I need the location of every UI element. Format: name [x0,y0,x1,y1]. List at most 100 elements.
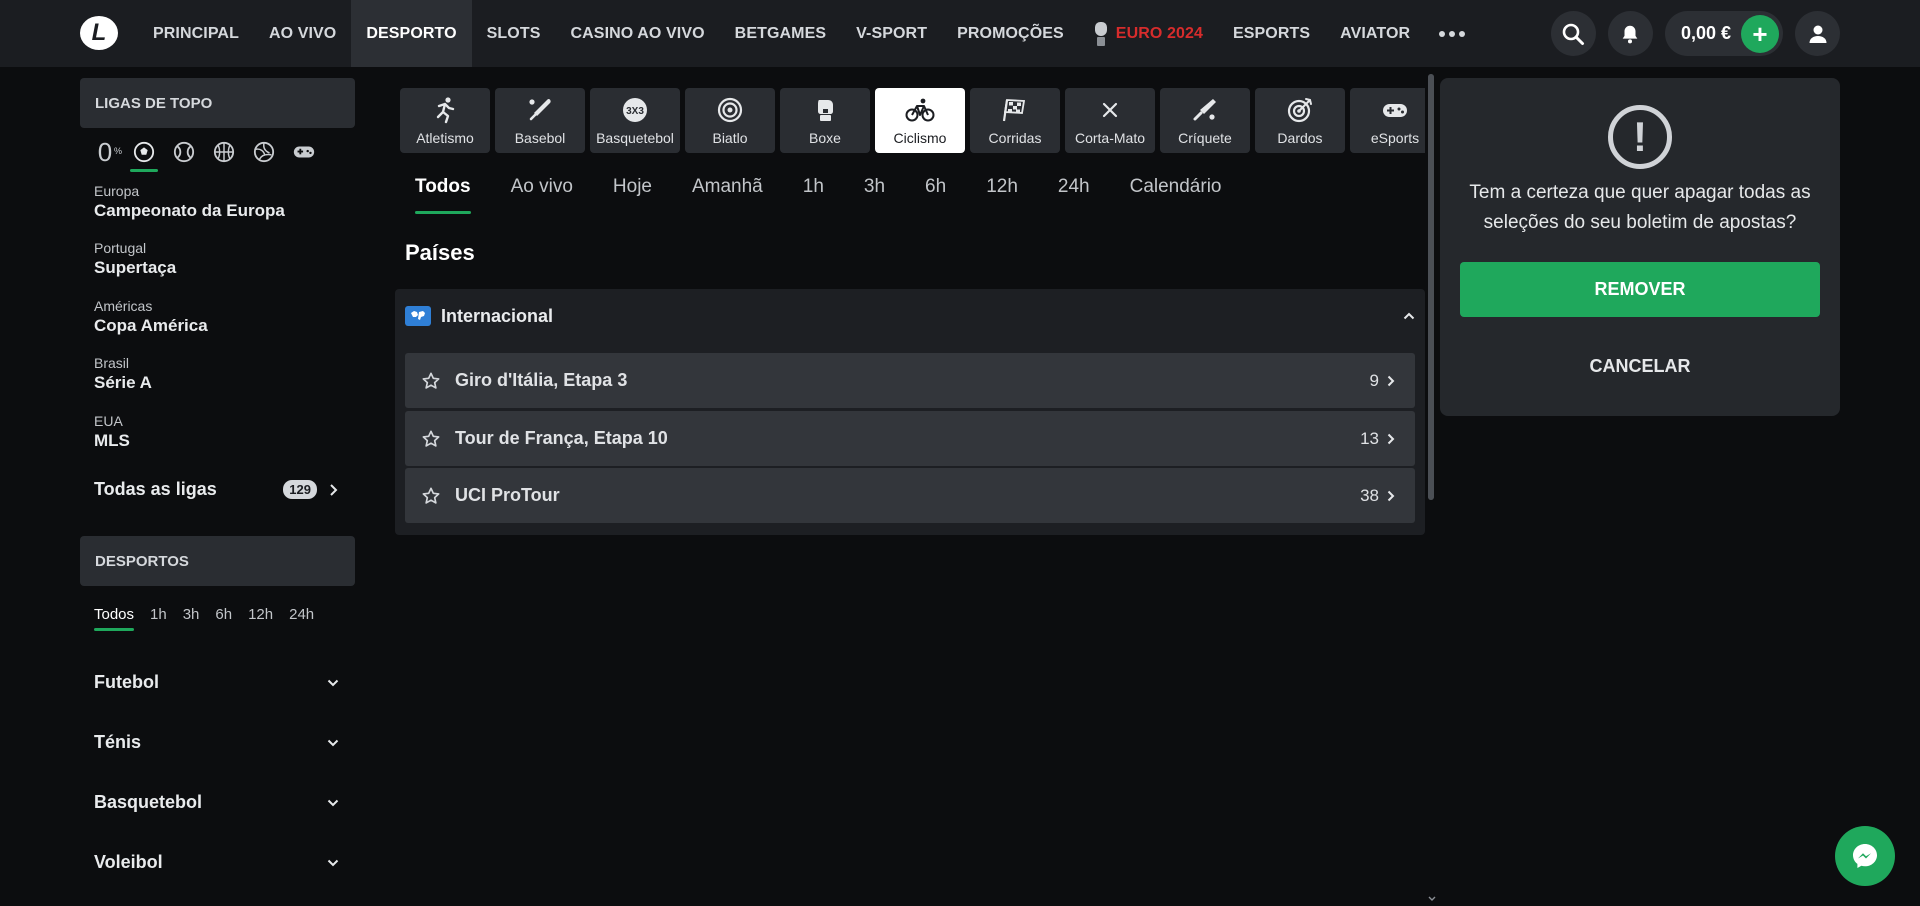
scroll-down-icon[interactable] [1428,895,1436,903]
bicycle-icon [905,98,935,121]
notifications-button[interactable] [1607,11,1653,56]
nav-ao-vivo[interactable]: AO VIVO [254,0,351,67]
sport-tile-label: Críquete [1178,129,1232,146]
nav-v-sport[interactable]: V-SPORT [841,0,942,67]
filter-tab-ao-vivo[interactable]: Ao vivo [511,176,573,210]
zero-margin-filter[interactable]: 0% [94,137,122,167]
remove-button[interactable]: REMOVER [1460,262,1820,317]
top-bar: L PRINCIPAL AO VIVO DESPORTO SLOTS CASIN… [0,0,1920,67]
competition-row[interactable]: UCI ProTour 38 [405,468,1415,523]
sport-tile-esports[interactable]: eSports [1350,88,1425,153]
star-icon[interactable] [421,371,441,391]
balance-widget[interactable]: 0,00 € + [1664,11,1783,56]
filter-tab-1h[interactable]: 1h [803,176,824,210]
league-item[interactable]: Portugal Supertaça [94,240,176,278]
tennis-filter[interactable] [172,140,196,164]
nav-principal[interactable]: PRINCIPAL [138,0,254,67]
basketball-icon [213,141,235,163]
league-name: Supertaça [94,258,177,277]
sport-tile-dardos[interactable]: Dardos [1255,88,1345,153]
gamepad-icon [1383,103,1407,117]
chevron-down-icon [327,679,339,686]
content-scrollbar[interactable] [1428,74,1434,500]
search-button[interactable] [1550,11,1596,56]
filter-tab-6h[interactable]: 6h [925,176,946,210]
chat-button[interactable] [1835,826,1895,886]
nav-betgames[interactable]: BETGAMES [720,0,841,67]
nav-casino-ao-vivo[interactable]: CASINO AO VIVO [556,0,720,67]
competition-event-count: 9 [1369,370,1379,390]
nav-euro-2024[interactable]: EURO 2024 [1079,0,1218,67]
sport-tile-atletismo[interactable]: Atletismo [400,88,490,153]
sport-tile-corta-mato[interactable]: Corta-Mato [1065,88,1155,153]
time-tab-12h[interactable]: 12h [248,606,273,629]
league-region: Portugal [94,240,147,256]
league-region: Brasil [94,355,130,371]
sport-tile-basquetebol[interactable]: 3X3 Basquetebol [590,88,680,153]
time-tab-1h[interactable]: 1h [150,606,167,629]
time-tab-6h[interactable]: 6h [215,606,232,629]
nav-aviator[interactable]: AVIATOR [1325,0,1425,67]
competition-row[interactable]: Giro d'Itália, Etapa 3 9 [405,353,1415,408]
chevron-right-icon [330,483,338,496]
filter-tab-24h[interactable]: 24h [1058,176,1090,210]
nav-slots[interactable]: SLOTS [472,0,556,67]
volleyball-filter[interactable] [252,140,276,164]
sport-item-futebol[interactable]: Futebol [94,672,339,693]
chevron-down-icon [327,739,339,746]
checkered-flag-icon [1002,98,1026,121]
sport-tile-label: Ciclismo [893,129,947,146]
filter-tab-hoje[interactable]: Hoje [613,176,652,210]
chevron-up-icon[interactable] [1403,312,1415,320]
sport-tile-ciclismo[interactable]: Ciclismo [875,88,965,153]
all-leagues-label: Todas as ligas [94,479,217,499]
scrollbar-thumb[interactable] [1428,74,1434,500]
trophy-icon [1094,21,1108,46]
league-item[interactable]: Brasil Série A [94,355,152,393]
competition-name: Tour de França, Etapa 10 [455,428,668,448]
sport-tile-boxe[interactable]: Boxe [780,88,870,153]
more-menu-icon[interactable] [1425,0,1479,67]
league-item[interactable]: EUA MLS [94,413,130,451]
account-button[interactable] [1795,11,1840,56]
basketball-filter[interactable] [212,140,236,164]
sport-tile-biatlo[interactable]: Biatlo [685,88,775,153]
nav-desporto[interactable]: DESPORTO [351,0,472,67]
time-tab-24h[interactable]: 24h [289,606,314,629]
filter-tab-amanha[interactable]: Amanhã [692,176,763,210]
sport-item-tenis[interactable]: Ténis [94,732,339,753]
sport-item-basquetebol[interactable]: Basquetebol [94,792,339,813]
filter-tab-calendario[interactable]: Calendário [1130,176,1222,210]
nav-esports[interactable]: ESPORTS [1218,0,1325,67]
sport-tile-criquete[interactable]: Críquete [1160,88,1250,153]
runner-icon [436,96,455,123]
all-leagues-link[interactable]: Todas as ligas 129 [94,479,339,500]
sport-tile-corridas[interactable]: Corridas [970,88,1060,153]
star-icon[interactable] [421,429,441,449]
cancel-button[interactable]: CANCELAR [1460,341,1820,391]
countries-title: Países [405,240,475,265]
time-tab-3h[interactable]: 3h [183,606,200,629]
sport-tile-label: eSports [1370,129,1420,146]
sport-tile-label: Corta-Mato [1074,129,1146,146]
country-header[interactable]: Internacional [405,289,1415,343]
league-name: Campeonato da Europa [94,201,285,220]
esports-filter[interactable] [292,140,316,164]
filter-tab-3h[interactable]: 3h [864,176,885,210]
competition-row[interactable]: Tour de França, Etapa 10 13 [405,411,1415,466]
star-icon[interactable] [421,486,441,506]
brand-logo[interactable]: L [80,16,118,50]
deposit-button[interactable]: + [1741,14,1779,53]
nav-promocoes[interactable]: PROMOÇÕES [942,0,1079,67]
league-item[interactable]: Américas Copa América [94,298,208,336]
time-tab-todos[interactable]: Todos [94,606,135,631]
football-filter[interactable] [130,140,158,172]
filter-tab-12h[interactable]: 12h [986,176,1018,210]
sport-tile-basebol[interactable]: Basebol [495,88,585,153]
volleyball-icon [253,141,275,163]
sport-tile-label: Boxe [809,129,841,146]
filter-tab-todos[interactable]: Todos [415,176,471,214]
sport-item-voleibol[interactable]: Voleibol [94,852,339,873]
league-item[interactable]: Europa Campeonato da Europa [94,183,285,221]
league-region: EUA [94,413,123,429]
